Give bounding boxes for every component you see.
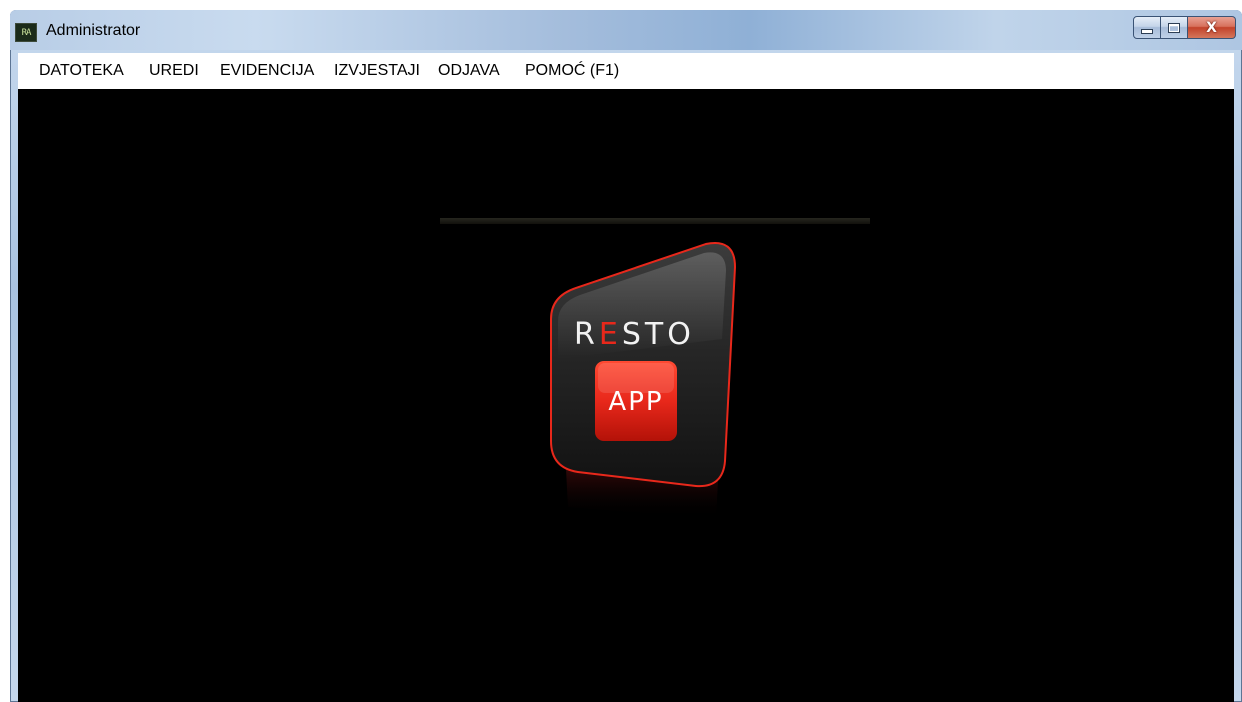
- menu-bar: DATOTEKA UREDI EVIDENCIJA IZVJESTAJI ODJ…: [18, 53, 1234, 89]
- window-title: Administrator: [46, 22, 141, 39]
- window-controls: X: [1133, 16, 1236, 40]
- app-icon-text: RA: [21, 27, 32, 38]
- menu-item-izvjestaji[interactable]: IZVJESTAJI: [334, 62, 420, 80]
- logo-letter-e: E: [599, 317, 622, 352]
- menu-item-odjava[interactable]: ODJAVA: [438, 62, 500, 80]
- logo-letters-sto: STO: [622, 317, 695, 352]
- close-button[interactable]: X: [1188, 16, 1236, 39]
- title-bar[interactable]: RA Administrator X: [10, 10, 1242, 50]
- minimize-icon: [1141, 29, 1153, 34]
- app-window: RA Administrator X DATOTEKA UREDI EVIDEN…: [10, 10, 1242, 702]
- main-content-area: RESTO APP: [18, 89, 1234, 702]
- menu-item-datoteka[interactable]: DATOTEKA: [39, 62, 124, 80]
- app-icon[interactable]: RA: [15, 23, 37, 42]
- logo-text-app: APP: [608, 387, 663, 417]
- resto-app-logo: RESTO APP: [550, 242, 737, 519]
- logo-text-resto: RESTO: [574, 317, 695, 352]
- logo-letter-r: R: [574, 317, 599, 352]
- menu-item-pomoc[interactable]: POMOĆ (F1): [525, 62, 619, 80]
- menu-item-evidencija[interactable]: EVIDENCIJA: [220, 62, 314, 80]
- close-icon: X: [1206, 19, 1217, 36]
- menu-item-uredi[interactable]: UREDI: [149, 62, 199, 80]
- maximize-icon: [1168, 22, 1180, 33]
- minimize-button[interactable]: [1133, 16, 1161, 39]
- maximize-button[interactable]: [1161, 16, 1188, 39]
